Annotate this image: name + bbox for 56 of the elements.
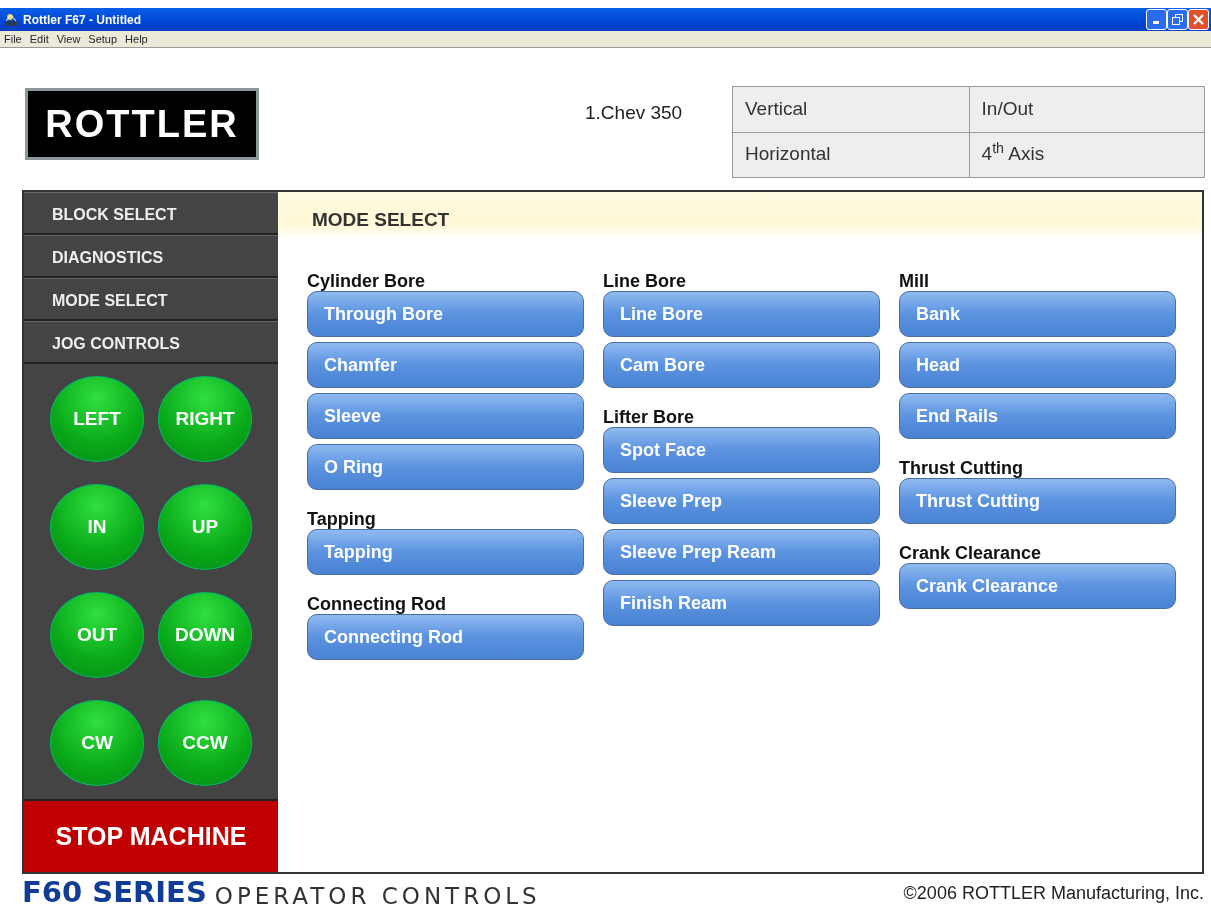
window-title: Rottler F67 - Untitled — [23, 11, 141, 29]
section-title: MODE SELECT — [278, 192, 1202, 240]
group-heading: Lifter Bore — [603, 406, 695, 427]
mode-button[interactable]: Thrust Cutting — [899, 478, 1176, 524]
minimize-button[interactable] — [1146, 9, 1167, 30]
axis-label: Vertical — [732, 86, 970, 132]
mode-button[interactable]: End Rails — [899, 393, 1176, 439]
mode-button[interactable]: O Ring — [307, 444, 584, 490]
menu-item[interactable]: File — [0, 30, 26, 48]
restore-icon — [1172, 14, 1183, 25]
logo: ROTTLER — [25, 88, 259, 160]
close-button[interactable] — [1188, 9, 1209, 30]
group-heading: Thrust Cutting — [899, 457, 1024, 478]
program-name: 1.Chev 350 — [585, 101, 684, 125]
mode-button[interactable]: Cam Bore — [603, 342, 880, 388]
jog-button[interactable]: CW — [50, 700, 144, 786]
menu-item[interactable]: Setup — [84, 30, 122, 48]
group-heading: Tapping — [307, 508, 377, 529]
mode-button[interactable]: Finish Ream — [603, 580, 880, 626]
mode-button[interactable]: Bank — [899, 291, 1176, 337]
mode-button[interactable]: Head — [899, 342, 1176, 388]
jog-button[interactable]: CCW — [158, 700, 252, 786]
menu-item[interactable]: Help — [121, 30, 152, 48]
mode-button[interactable]: Line Bore — [603, 291, 880, 337]
jog-button[interactable]: UP — [158, 484, 252, 570]
axis-label: 4$^{th}$ Axis — [969, 132, 1205, 178]
menu-item[interactable]: Edit — [25, 30, 53, 48]
jog-button[interactable]: LEFT — [50, 376, 144, 462]
jog-button[interactable]: DOWN — [158, 592, 252, 678]
series-subtitle: OPERATOR CONTROLS — [214, 882, 541, 910]
close-icon — [1193, 14, 1204, 25]
mode-button[interactable]: Connecting Rod — [307, 614, 584, 660]
jog-button[interactable]: OUT — [50, 592, 144, 678]
group-heading: Line Bore — [603, 270, 687, 291]
app-icon — [3, 11, 19, 28]
axis-label: In/Out — [969, 86, 1205, 132]
axis-label: Horizontal — [732, 132, 970, 178]
jog-button[interactable]: IN — [50, 484, 144, 570]
group-heading: Mill — [899, 270, 930, 291]
stop-machine-button[interactable]: STOP MACHINE — [24, 799, 278, 872]
jog-button[interactable]: RIGHT — [158, 376, 252, 462]
mode-button[interactable]: Sleeve Prep — [603, 478, 880, 524]
mode-button[interactable]: Spot Face — [603, 427, 880, 473]
mode-button[interactable]: Chamfer — [307, 342, 584, 388]
group-heading: Connecting Rod — [307, 593, 447, 614]
group-heading: Cylinder Bore — [307, 270, 427, 291]
series-title: F60 SERIES — [22, 876, 207, 910]
mode-button[interactable]: Through Bore — [307, 291, 584, 337]
mode-button[interactable]: Sleeve — [307, 393, 584, 439]
copyright-text: ©2006 ROTTLER Manufacturing, Inc. — [903, 882, 1204, 904]
mode-button[interactable]: Tapping — [307, 529, 584, 575]
menu-item[interactable]: View — [52, 30, 85, 48]
group-heading: Crank Clearance — [899, 542, 1043, 563]
mode-button[interactable]: Sleeve Prep Ream — [603, 529, 880, 575]
mode-button[interactable]: Crank Clearance — [899, 563, 1176, 609]
restore-button[interactable] — [1167, 9, 1188, 30]
